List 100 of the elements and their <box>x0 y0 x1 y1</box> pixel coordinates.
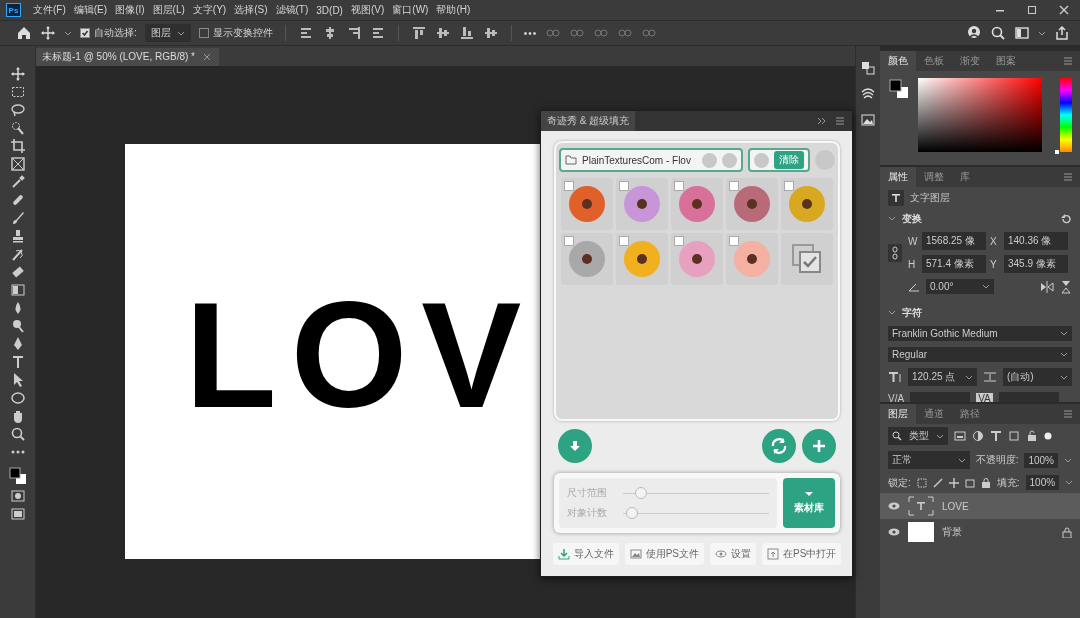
panel-tab[interactable]: 属性 <box>880 167 916 187</box>
font-style-dropdown[interactable]: Regular <box>888 347 1072 362</box>
menu-item[interactable]: 编辑(E) <box>69 1 112 19</box>
filter-toggle-icon[interactable] <box>1044 432 1052 440</box>
eye-icon[interactable] <box>888 528 900 536</box>
caret-icon[interactable] <box>64 29 72 37</box>
layer-dropdown[interactable]: 图层 <box>144 24 191 42</box>
workspace-icon[interactable] <box>1014 25 1030 41</box>
footer-button[interactable]: 设置 <box>710 543 756 565</box>
home-icon[interactable] <box>16 25 32 41</box>
hue-slider-thumb[interactable] <box>1054 150 1059 154</box>
panel-tab[interactable]: 通道 <box>916 404 952 424</box>
slider-thumb[interactable] <box>625 507 638 519</box>
panel-tab[interactable]: 渐变 <box>952 51 988 71</box>
caret-icon[interactable] <box>1064 456 1072 464</box>
caret-icon[interactable] <box>936 432 944 440</box>
lock-pixels-icon[interactable] <box>916 477 927 488</box>
menu-item[interactable]: 窗口(W) <box>388 1 433 19</box>
chevron-icon[interactable] <box>888 310 896 316</box>
footer-button[interactable]: 使用PS文件 <box>624 543 704 565</box>
position-lock-icon[interactable] <box>948 477 959 488</box>
checkbox[interactable] <box>784 181 794 191</box>
menu-item[interactable]: 3D(D) <box>312 2 347 18</box>
expand-icon[interactable] <box>816 116 828 126</box>
caret-icon[interactable] <box>1060 373 1068 381</box>
caret-icon[interactable] <box>965 373 973 381</box>
menu-item[interactable]: 选择(S) <box>230 1 272 19</box>
type-filter-icon[interactable] <box>990 430 1002 442</box>
checkbox[interactable] <box>564 181 574 191</box>
more-button[interactable]: ••• <box>523 27 538 39</box>
image-tile[interactable] <box>671 178 723 230</box>
quick-mask-icon[interactable] <box>9 488 26 504</box>
close-icon[interactable] <box>202 53 211 61</box>
checkbox[interactable] <box>619 181 629 191</box>
download-button[interactable] <box>558 429 592 463</box>
menu-item[interactable]: 文字(Y) <box>188 1 231 19</box>
image-tile[interactable] <box>616 233 668 285</box>
input-field[interactable]: 571.4 像素 <box>922 255 986 273</box>
image-tile[interactable] <box>561 233 613 285</box>
kerning-field[interactable] <box>910 392 971 402</box>
menu-item[interactable]: 文件(F) <box>29 1 70 19</box>
image-tile[interactable] <box>561 178 613 230</box>
font-dropdown[interactable]: Franklin Gothic Medium <box>888 326 1072 341</box>
angle-field[interactable]: 0.00° <box>926 279 994 294</box>
screen-mode-icon[interactable] <box>9 506 26 522</box>
image-tile[interactable] <box>726 178 778 230</box>
image-filter-icon[interactable] <box>954 430 966 442</box>
caret-icon[interactable] <box>1065 479 1074 486</box>
leading-field[interactable]: (自动) <box>1003 368 1072 386</box>
footer-button[interactable]: 在PS中打开 <box>762 543 842 565</box>
link-icon[interactable] <box>888 243 902 262</box>
caret-icon[interactable] <box>957 456 966 464</box>
eye-icon[interactable] <box>888 502 900 510</box>
panel-tab[interactable]: 图层 <box>880 404 916 424</box>
caret-icon[interactable] <box>1060 330 1068 337</box>
input-field[interactable]: 1568.25 像 <box>922 232 986 250</box>
chevron-icon[interactable] <box>888 216 896 222</box>
color-panel-icon[interactable] <box>860 60 876 76</box>
image-tile[interactable] <box>781 178 833 230</box>
zoom-icon[interactable] <box>9 426 26 442</box>
color-swatches-icon[interactable] <box>888 78 910 100</box>
tracking-field[interactable] <box>998 392 1059 402</box>
distribute-icon[interactable] <box>434 25 451 41</box>
search-icon[interactable] <box>990 25 1006 41</box>
caret-icon[interactable] <box>176 29 185 37</box>
shape-filter-icon[interactable] <box>1008 430 1020 442</box>
slider-thumb[interactable] <box>634 487 647 499</box>
flip-horizontal-icon[interactable] <box>1040 280 1054 293</box>
panel-tab[interactable]: 图案 <box>988 51 1024 71</box>
fill-field[interactable]: 100% <box>1025 475 1060 490</box>
reset-icon[interactable] <box>1060 213 1072 225</box>
panel-tab[interactable]: 颜色 <box>880 51 916 71</box>
distribute-icon[interactable] <box>482 25 499 41</box>
caret-icon[interactable] <box>982 283 990 290</box>
menu-item[interactable]: 图层(L) <box>148 1 189 19</box>
image-tile[interactable] <box>616 178 668 230</box>
color-field[interactable] <box>918 78 1042 152</box>
image-tile[interactable] <box>726 233 778 285</box>
lasso-icon[interactable] <box>9 102 26 118</box>
crop-icon[interactable] <box>9 138 26 154</box>
checkbox[interactable] <box>80 28 90 38</box>
distribute-icon[interactable] <box>458 25 475 41</box>
gradient-icon[interactable] <box>9 282 26 298</box>
frame-icon[interactable] <box>9 156 26 172</box>
marquee-icon[interactable] <box>9 84 26 100</box>
brush-lock-icon[interactable] <box>932 477 943 488</box>
image-panel-icon[interactable] <box>860 112 876 128</box>
document-tab[interactable]: 未标题-1 @ 50% (LOVE, RGB/8) * <box>36 48 219 66</box>
panel-tab[interactable]: 库 <box>952 167 978 187</box>
refresh-button[interactable] <box>762 429 796 463</box>
move-tool-icon[interactable] <box>9 66 26 82</box>
share-icon[interactable] <box>1054 25 1070 41</box>
opacity-field[interactable]: 100% <box>1024 452 1058 468</box>
ellipse-icon[interactable] <box>9 390 26 406</box>
checkbox[interactable] <box>198 28 209 38</box>
menu-item[interactable]: 帮助(H) <box>432 1 475 19</box>
menu-item[interactable]: 视图(V) <box>346 1 389 19</box>
font-size-field[interactable]: 120.25 点 <box>908 368 977 386</box>
smart-object-filter-icon[interactable] <box>1026 430 1038 442</box>
panel-tab[interactable]: 色板 <box>916 51 952 71</box>
